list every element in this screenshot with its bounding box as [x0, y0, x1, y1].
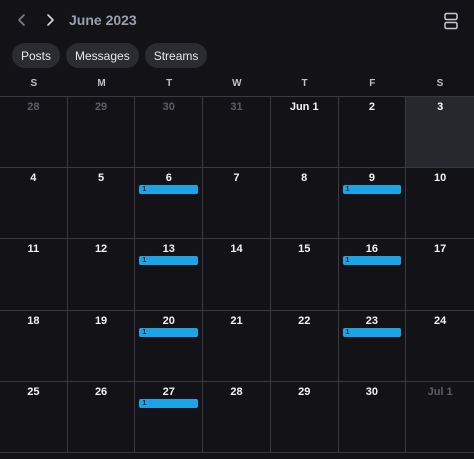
day-number: 29 — [94, 101, 108, 113]
day-cell[interactable]: 17 — [406, 239, 474, 311]
day-number: 12 — [94, 243, 108, 256]
day-cell[interactable]: 28 — [203, 381, 271, 453]
weekday-label: M — [97, 78, 106, 89]
chevron-right-icon — [47, 14, 54, 26]
day-cell[interactable]: 61 — [135, 168, 204, 240]
day-number: 2 — [368, 101, 375, 113]
day-number: 30 — [365, 385, 379, 398]
day-cell[interactable]: 91 — [338, 168, 407, 240]
day-number: 21 — [230, 314, 243, 327]
filter-chip-posts[interactable]: Posts — [12, 43, 61, 68]
day-cell[interactable]: 5 — [67, 168, 136, 240]
event-bar[interactable]: 1 — [139, 185, 199, 195]
day-cell[interactable]: 25 — [0, 381, 68, 453]
day-number: 22 — [298, 314, 311, 327]
day-number: 24 — [434, 314, 447, 327]
day-cell[interactable]: 20 1 — [135, 310, 204, 382]
filter-chip-messages[interactable]: Messages — [66, 43, 139, 68]
day-cell[interactable]: 31 — [203, 97, 271, 169]
day-number: 26 — [94, 385, 108, 398]
filter-chip-streams[interactable]: Streams — [144, 43, 208, 68]
day-number: 31 — [230, 101, 243, 113]
day-number: 9 — [368, 172, 375, 185]
day-number: 29 — [298, 385, 311, 398]
day-cell[interactable]: 29 — [270, 381, 339, 453]
event-bar[interactable]: 1 — [342, 256, 402, 266]
calendar-view-toggle-button[interactable] — [441, 10, 461, 32]
event-bar[interactable]: 1 — [139, 256, 199, 266]
day-cell[interactable]: 19 — [67, 310, 136, 382]
day-number: 5 — [98, 172, 105, 185]
day-cell[interactable]: 4 — [0, 168, 68, 240]
day-cell[interactable]: 21 — [203, 310, 271, 382]
day-cell[interactable]: 11 — [0, 239, 68, 311]
day-number: 7 — [233, 172, 240, 185]
day-number: 8 — [301, 172, 308, 185]
day-number: 28 — [27, 101, 40, 113]
day-number: 4 — [30, 172, 37, 185]
day-number: Jun 1 — [289, 101, 319, 113]
day-number: 25 — [27, 385, 40, 398]
day-cell[interactable]: 22 — [270, 310, 339, 382]
day-cell[interactable]: 13 1 — [135, 239, 204, 311]
filter-chips: Posts Messages Streams — [12, 43, 208, 68]
day-cell-today[interactable]: 3 — [406, 97, 474, 169]
weekday-header-row: SMTWTFS — [0, 78, 474, 90]
day-number: 10 — [434, 172, 447, 185]
day-cell[interactable]: 7 — [203, 168, 271, 240]
day-number: 30 — [162, 101, 175, 113]
month-grid: 28 29 30 31 Jun 1 2 3 4 5 6 1 7 8 9 1 10 11 12 13 1 14 15 16 1 1… — [0, 96, 474, 453]
weekday-label: W — [232, 78, 242, 89]
calendar-view-toggle-icon — [444, 12, 458, 30]
day-cell[interactable]: 14 — [203, 239, 271, 311]
day-number: 11 — [27, 243, 40, 256]
event-bar[interactable]: 1 — [139, 398, 199, 408]
day-cell[interactable]: 30 — [338, 381, 407, 453]
day-cell[interactable]: Jul 1 — [406, 382, 474, 453]
day-cell[interactable]: Jun 1 — [270, 97, 339, 169]
day-number: 3 — [437, 101, 444, 113]
prev-month-button[interactable] — [12, 10, 32, 30]
day-cell[interactable]: 27 1 — [135, 381, 204, 453]
day-cell[interactable]: 16 1 — [338, 239, 407, 311]
day-cell[interactable]: 12 — [67, 239, 136, 311]
event-bar[interactable]: 1 — [342, 185, 402, 195]
day-number: 16 — [365, 243, 379, 256]
day-number: 14 — [230, 243, 243, 256]
month-title: June 2023 — [69, 12, 137, 28]
day-number: 20 — [162, 314, 175, 327]
day-cell[interactable]: 29 — [67, 97, 136, 169]
day-number: 28 — [230, 385, 243, 398]
day-number: 13 — [162, 243, 175, 256]
day-cell[interactable]: 10 — [406, 168, 474, 240]
day-cell[interactable]: 15 — [270, 239, 339, 311]
day-cell[interactable]: 28 — [0, 97, 68, 169]
day-cell[interactable]: 2 — [338, 97, 407, 169]
calendar-header: June 2023 — [0, 0, 474, 40]
day-number: 6 — [165, 172, 172, 185]
day-number: 18 — [27, 314, 40, 327]
day-cell[interactable]: 30 — [135, 97, 204, 169]
day-cell[interactable]: 24 — [406, 311, 474, 382]
day-number: 17 — [434, 243, 447, 256]
day-number: 27 — [162, 385, 175, 398]
weekday-label: S — [30, 78, 38, 89]
event-bar[interactable]: 1 — [342, 327, 402, 337]
day-cell[interactable]: 26 — [67, 381, 136, 453]
weekday-label: F — [369, 78, 376, 89]
day-cell[interactable]: 23 1 — [338, 310, 407, 382]
day-number: 23 — [365, 314, 379, 327]
next-month-button[interactable] — [40, 10, 60, 30]
event-bar[interactable]: 1 — [139, 327, 199, 337]
day-number: 15 — [298, 243, 311, 256]
day-cell[interactable]: 8 — [270, 168, 339, 240]
weekday-label: T — [166, 78, 173, 89]
day-cell[interactable]: 18 — [0, 310, 68, 382]
chevron-left-icon — [18, 14, 25, 26]
weekday-label: S — [436, 78, 444, 89]
day-number: 19 — [94, 314, 108, 327]
day-number: Jul 1 — [427, 385, 453, 398]
weekday-label: T — [301, 78, 308, 89]
